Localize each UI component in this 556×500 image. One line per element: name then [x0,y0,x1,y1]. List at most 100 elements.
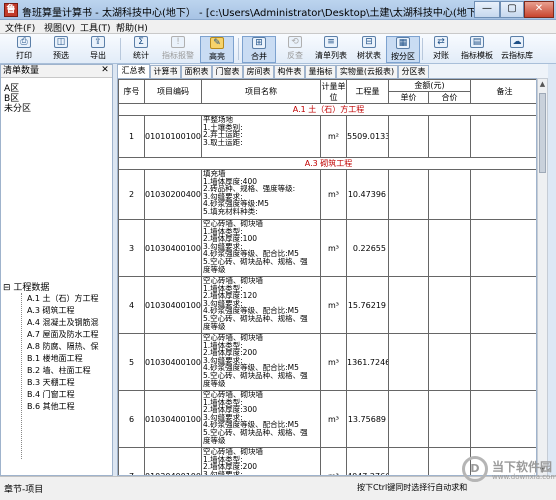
panel-title: 清单数量 [3,66,40,76]
cell-seq: 2 [118,169,145,220]
toolbar-separator [120,38,121,60]
tree-item[interactable]: B.1 楼地面工程 [27,353,111,364]
cell-unit: m³ [320,390,347,448]
cell-code: 010304001005 [144,390,202,448]
cell-quantity: 15.76219 [346,276,389,334]
cell-unit: m³ [320,447,347,475]
cloud-icon: ☁ [510,36,524,48]
cell-quantity: 13.75689 [346,390,389,448]
tree-item[interactable]: A.8 防腐、隔热、保 [27,341,111,352]
col-unit-price: 单价 [388,91,429,104]
cell-quantity: 1361.72465 [346,333,389,391]
menu-view[interactable]: 视图(V) [44,21,75,34]
tree-item[interactable]: A.1 土（石）方工程 [27,293,111,304]
report-tabs: 汇总表 计算书 面积表 门窗表 房间表 构件表 量指标 实物量(云报表) 分区表 [117,64,548,78]
tab-rooms[interactable]: 房间表 [243,65,274,78]
cell-name: 填充墙 1.墙体厚度:400 2.砖品种、规格、强度等级: 3.勾缝要求: 4.… [201,169,321,220]
reverse-lookup-button[interactable]: ⟲ 反查 [278,36,312,63]
cell-name: 空心砖墙、砌块墙 1.墙体类型: 2.墙体厚度:200 3.勾缝要求: 4.砂浆… [201,447,321,475]
cell-total [428,169,471,220]
minimize-button[interactable]: — [474,1,500,18]
tree-item[interactable]: A.4 混凝土及钢筋混 [27,317,111,328]
tab-calculation[interactable]: 计算书 [150,65,181,78]
cell-seq: 6 [118,390,145,448]
cell-total [428,219,471,277]
cell-seq: 5 [118,333,145,391]
tree-item[interactable]: B.2 墙、柱面工程 [27,365,111,376]
reconcile-button[interactable]: ⇄ 对账 [424,36,458,63]
cell-total [428,333,471,391]
partition-icon: ▦ [396,37,410,49]
printer-icon: ⎙ [17,36,31,48]
alarm-icon: ! [171,36,185,48]
list-button[interactable]: ≡ 清单列表 [312,36,350,63]
tab-partition[interactable]: 分区表 [398,65,429,78]
list-icon: ≡ [324,36,338,48]
template-icon: ▤ [470,36,484,48]
tree-item[interactable]: B.3 天棚工程 [27,377,111,388]
print-button[interactable]: ⎙ 打印 [7,36,41,63]
left-panel: 清单数量 ✕ A区 B区 未分区 ⊟ 工程数据 A.1 土（石）方工程 A.3 砌… [0,64,113,476]
toolbar: ⎙ 打印 ◫ 预选 ⇪ 导出 Σ 统计 ! 指标报警 ✎ 高亮 ⊞ 合并 ⟲ 反查 ≡ 清单列表 … [0,34,556,64]
tab-indicators[interactable]: 量指标 [305,65,336,78]
cell-code: 010302004001 [144,169,202,220]
cell-code: 010101001001 [144,115,202,158]
vertical-scrollbar[interactable]: ▲ ▼ [537,78,548,476]
tree-item[interactable]: B.4 门窗工程 [27,389,111,400]
menu-file[interactable]: 文件(F) [5,21,35,34]
tree-item[interactable]: B.6 其他工程 [27,401,111,412]
cell-name: 空心砖墙、砌块墙 1.墙体类型: 2.墙体厚度:200 3.勾缝要求: 4.砂浆… [201,333,321,391]
template-button[interactable]: ▤ 指标模板 [459,36,495,63]
partition-button[interactable]: ▦ 按分区 [386,36,420,63]
col-amount: 金额(元) [388,79,471,92]
app-logo-icon: 鲁 [4,3,18,17]
cell-remark [470,390,536,448]
scroll-up-icon[interactable]: ▲ [538,79,547,89]
tab-summary[interactable]: 汇总表 [117,64,150,78]
table-row[interactable]: 1 010101001001 平整场地 1.土壤类别: 2.弃土运距: 3.取土… [118,115,536,158]
highlight-button[interactable]: ✎ 高亮 [200,36,234,63]
watermark-logo: D 当下软件园 www.downxia.com [462,456,556,486]
cell-unit-price [388,390,429,448]
cell-quantity: 10.47396 [346,169,389,220]
preview-button[interactable]: ◫ 预选 [44,36,78,63]
tab-cloud-report[interactable]: 实物量(云报表) [336,65,398,78]
table-row[interactable]: 3 010304001001 空心砖墙、砌块墙 1.墙体类型: 2.墙体厚度:1… [118,219,536,277]
panel-close-button[interactable]: ✕ [100,66,110,76]
alarm-button[interactable]: ! 指标报警 [159,36,197,63]
cell-unit-price [388,333,429,391]
close-button[interactable]: ✕ [524,1,554,18]
col-quantity: 工程量 [346,79,389,104]
table-row[interactable]: 2 010302004001 填充墙 1.墙体厚度:400 2.砖品种、规格、强… [118,169,536,220]
toolbar-separator [422,38,423,60]
tree-root[interactable]: ⊟ 工程数据 [3,280,49,293]
floor-item[interactable]: 未分区 [4,101,31,114]
collapse-icon[interactable]: ⊟ [3,283,11,293]
tab-area[interactable]: 面积表 [181,65,212,78]
cell-unit: m³ [320,169,347,220]
cell-total [428,276,471,334]
cell-total [428,390,471,448]
maximize-button[interactable]: ▢ [500,1,524,18]
table-row[interactable]: 6 010304001005 空心砖墙、砌块墙 1.墙体类型: 2.墙体厚度:3… [118,390,536,448]
cloud-library-button[interactable]: ☁ 云指标库 [497,36,537,63]
cell-seq: 3 [118,219,145,277]
cell-code: 010304001005 [144,447,202,475]
tree-item[interactable]: A.7 屋面及防水工程 [27,329,111,340]
tree-item[interactable]: A.3 砌筑工程 [27,305,111,316]
cell-remark [470,276,536,334]
tab-components[interactable]: 构件表 [274,65,305,78]
menu-tools[interactable]: 工具(T) [80,21,111,34]
tab-doors-windows[interactable]: 门窗表 [212,65,243,78]
export-button[interactable]: ⇪ 导出 [81,36,115,63]
table-row[interactable]: 5 010304001001 空心砖墙、砌块墙 1.墙体类型: 2.墙体厚度:2… [118,333,536,391]
col-remark: 备注 [470,79,536,104]
merge-button[interactable]: ⊞ 合并 [242,36,276,63]
cell-name: 平整场地 1.土壤类别: 2.弃土运距: 3.取土运距: [201,115,321,158]
tree-table-button[interactable]: ⊟ 树状表 [352,36,386,63]
table-row[interactable]: 4 010304001001 空心砖墙、砌块墙 1.墙体类型: 2.墙体厚度:1… [118,276,536,334]
menu-help[interactable]: 帮助(H) [116,21,148,34]
statistics-button[interactable]: Σ 统计 [124,36,158,63]
scroll-thumb[interactable] [539,93,546,173]
cell-remark [470,333,536,391]
